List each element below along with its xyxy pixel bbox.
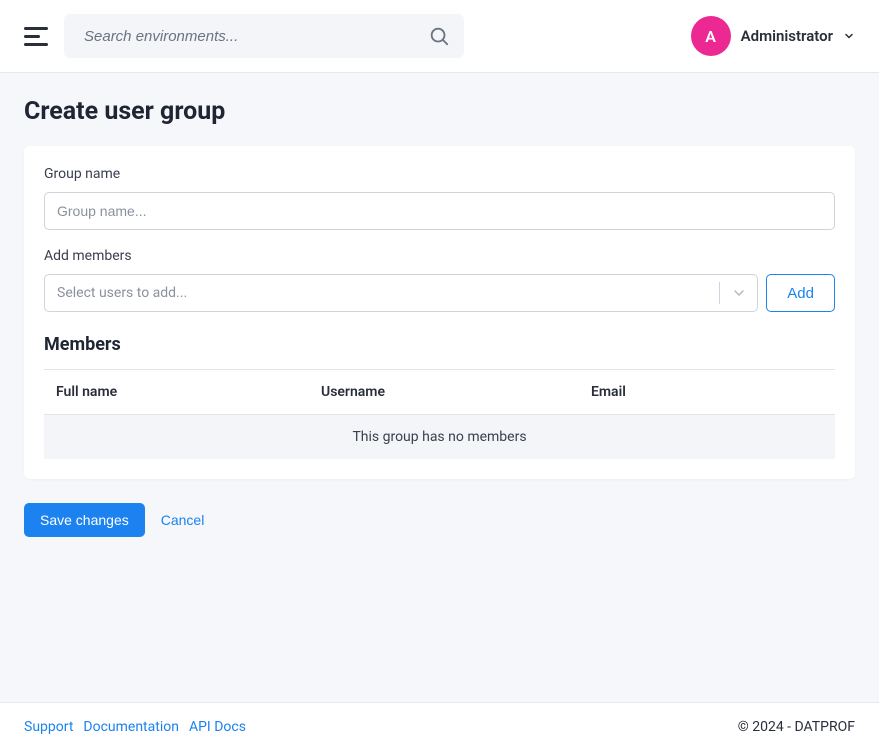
form-card: Group name Add members Select users to a…	[24, 146, 855, 479]
avatar-letter: A	[705, 27, 716, 46]
search-wrap	[64, 14, 464, 58]
add-button[interactable]: Add	[766, 274, 835, 312]
footer-links: Support Documentation API Docs	[24, 719, 246, 735]
column-fullname: Full name	[56, 384, 321, 400]
column-username: Username	[321, 384, 591, 400]
add-members-field: Add members Select users to add... Add	[44, 248, 835, 312]
group-name-field: Group name	[44, 166, 835, 230]
empty-state: This group has no members	[44, 415, 835, 459]
menu-toggle-button[interactable]	[24, 23, 48, 50]
avatar: A	[691, 16, 731, 56]
members-table: Full name Username Email This group has …	[44, 369, 835, 459]
app-footer: Support Documentation API Docs © 2024 - …	[0, 702, 879, 751]
user-menu[interactable]: A Administrator	[691, 16, 855, 56]
documentation-link[interactable]: Documentation	[83, 719, 179, 735]
group-name-label: Group name	[44, 166, 835, 182]
footer-copyright: © 2024 - DATPROF	[738, 719, 855, 735]
api-docs-link[interactable]: API Docs	[189, 719, 246, 735]
search-input[interactable]	[64, 14, 464, 58]
search-icon[interactable]	[428, 25, 450, 47]
select-placeholder: Select users to add...	[45, 285, 719, 301]
cancel-button[interactable]: Cancel	[161, 512, 205, 528]
save-button[interactable]: Save changes	[24, 503, 145, 537]
select-users-dropdown[interactable]: Select users to add...	[44, 274, 758, 312]
support-link[interactable]: Support	[24, 719, 73, 735]
chevron-down-icon	[843, 30, 855, 42]
add-members-label: Add members	[44, 248, 835, 264]
app-header: A Administrator	[0, 0, 879, 73]
column-email: Email	[591, 384, 823, 400]
group-name-input[interactable]	[44, 192, 835, 230]
action-bar: Save changes Cancel	[24, 503, 855, 537]
user-name: Administrator	[741, 27, 833, 45]
chevron-down-icon	[719, 282, 757, 304]
page-title: Create user group	[24, 97, 855, 126]
table-header: Full name Username Email	[44, 369, 835, 415]
members-heading: Members	[44, 334, 835, 355]
main-content: Create user group Group name Add members…	[0, 73, 879, 702]
